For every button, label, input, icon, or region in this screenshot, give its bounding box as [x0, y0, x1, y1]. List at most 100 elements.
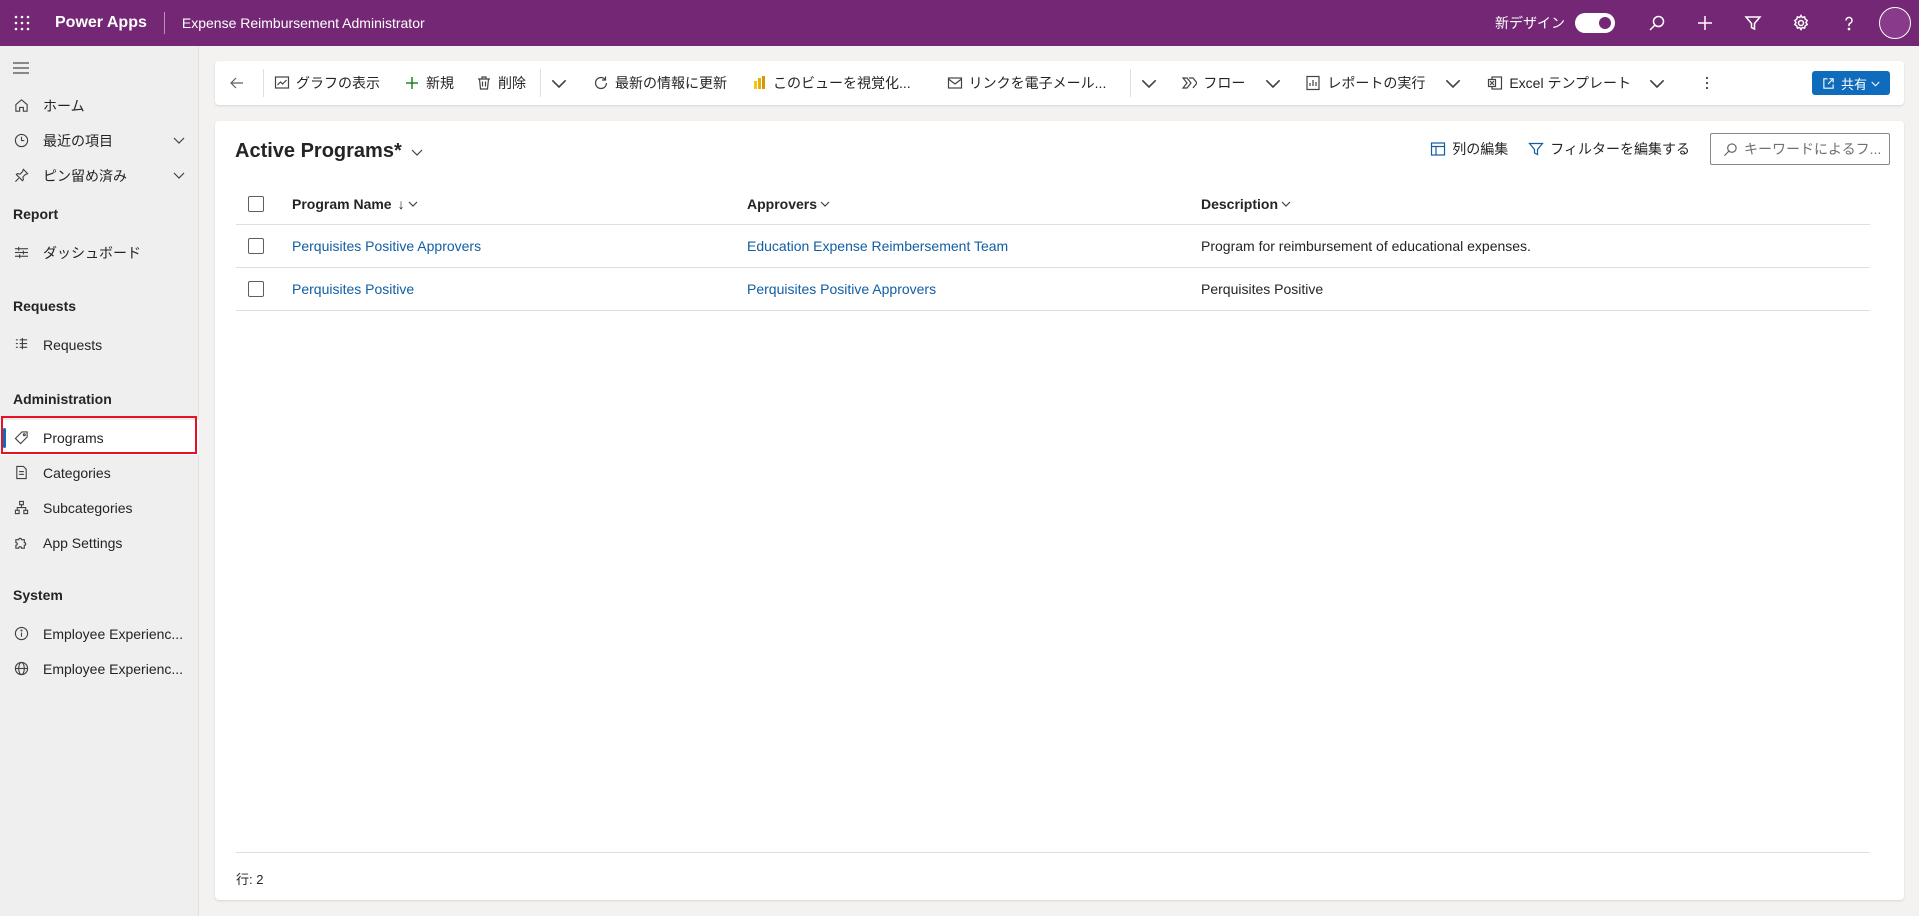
sidebar-item-dashboard[interactable]: ダッシュボード [0, 235, 199, 270]
new-label: 新規 [426, 75, 454, 91]
document-icon [13, 465, 29, 481]
dashboard-icon [13, 245, 29, 261]
row-checkbox[interactable] [248, 281, 264, 297]
sidebar-item-pinned[interactable]: ピン留め済み [0, 158, 199, 193]
sidebar-item-requests[interactable]: Requests [0, 327, 199, 362]
program-name-link[interactable]: Perquisites Positive [292, 281, 414, 297]
column-header-approvers[interactable]: Approvers [747, 196, 830, 212]
back-button[interactable] [229, 61, 253, 105]
show-chart-label: グラフの表示 [296, 75, 380, 91]
chart-icon [274, 76, 290, 89]
chevron-down-icon[interactable] [172, 168, 186, 182]
column-header-label: Approvers [747, 195, 818, 212]
gear-icon[interactable] [1777, 0, 1825, 46]
filter-icon [1528, 142, 1545, 156]
sidebar-item-subcategories[interactable]: Subcategories [0, 490, 199, 525]
sidebar-item-recent[interactable]: 最近の項目 [0, 123, 199, 158]
edit-filters-button[interactable]: フィルターを編集する [1528, 139, 1690, 159]
excel-template-button[interactable]: Excel テンプレート [1487, 61, 1671, 105]
refresh-icon [594, 76, 608, 90]
sidebar-item-label: ホーム [43, 97, 85, 114]
chevron-down-icon[interactable] [172, 133, 186, 147]
chevron-down-icon [1266, 79, 1281, 89]
chevron-down-icon [408, 201, 418, 207]
new-design-toggle[interactable] [1575, 13, 1615, 33]
back-arrow-icon [230, 77, 243, 89]
approvers-link[interactable]: Perquisites Positive Approvers [747, 281, 936, 297]
select-all-checkbox[interactable] [248, 195, 264, 212]
home-icon [13, 98, 29, 114]
chevron-down-icon [1142, 79, 1157, 89]
row-count: 行: 2 [236, 872, 264, 887]
app-launcher-icon[interactable] [0, 0, 44, 46]
run-report-button[interactable]: レポートの実行 [1305, 61, 1467, 105]
view-title: Active Programs* [235, 140, 402, 162]
sidebar-item-label: Requests [43, 336, 103, 353]
sidebar-item-app-settings[interactable]: App Settings [0, 525, 199, 560]
more-vertical-icon [1705, 76, 1709, 90]
chevron-down-icon [1649, 79, 1665, 89]
description-cell: Program for reimbursement of educational… [1201, 238, 1531, 254]
filter-icon[interactable] [1729, 0, 1777, 46]
sidebar-item-label: 最近の項目 [43, 132, 113, 149]
delete-button[interactable]: 削除 [476, 61, 526, 105]
sidebar-item-categories[interactable]: Categories [0, 455, 199, 490]
new-button[interactable]: 新規 [404, 61, 454, 105]
edit-filters-label: フィルターを編集する [1550, 141, 1690, 157]
share-button[interactable]: 共有 [1811, 71, 1890, 95]
more-commands-dropdown-2[interactable] [1141, 61, 1163, 105]
column-header-description[interactable]: Description [1201, 196, 1291, 212]
view-selector[interactable]: Active Programs* [235, 140, 424, 163]
search-icon[interactable] [1633, 0, 1681, 46]
command-divider [1130, 69, 1132, 97]
email-link-button[interactable]: リンクを電子メール... [947, 61, 1106, 105]
column-header-program-name[interactable]: Program Name ↓ [292, 196, 418, 212]
refresh-label: 最新の情報に更新 [615, 75, 727, 91]
row-checkbox[interactable] [248, 238, 264, 254]
table-row[interactable]: Perquisites Positive Approvers Education… [236, 225, 1870, 268]
column-header-label: Description [1201, 195, 1279, 212]
sidebar-item-label: ピン留め済み [43, 167, 127, 184]
report-icon [1306, 75, 1320, 91]
top-bar: Power Apps Expense Reimbursement Adminis… [0, 0, 1919, 46]
flow-label: フロー [1203, 75, 1246, 91]
section-title-report: Report [13, 206, 59, 222]
list-icon [13, 337, 29, 353]
power-bi-icon [754, 76, 765, 89]
hierarchy-icon [13, 500, 29, 516]
topbar-divider [163, 12, 165, 34]
command-bar: グラフの表示 新規 削除 最新の情報に更新 このビューを視覚化... リンクを電… [215, 61, 1904, 105]
plus-icon [406, 77, 418, 89]
app-title[interactable]: Expense Reimbursement Administrator [182, 15, 425, 31]
sidebar-item-label: Employee Experienc... [43, 625, 184, 642]
grid-header-row: Program Name ↓ Approvers Description [236, 183, 1870, 225]
flow-button[interactable]: フロー [1181, 61, 1287, 105]
description-cell: Perquisites Positive [1201, 281, 1324, 297]
sidebar-item-employee-experience-2[interactable]: Employee Experienc... [0, 651, 199, 686]
globe-icon [13, 661, 29, 677]
edit-columns-button[interactable]: 列の編集 [1430, 139, 1508, 159]
sidebar-item-home[interactable]: ホーム [0, 88, 199, 123]
keyword-search-input[interactable]: キーワードによるフ... [1710, 133, 1890, 165]
avatar[interactable] [1879, 7, 1911, 39]
chevron-down-icon [1871, 81, 1880, 86]
sidebar-item-programs[interactable]: Programs [0, 420, 199, 455]
hamburger-menu-icon[interactable] [13, 61, 29, 75]
approvers-link[interactable]: Education Expense Reimbersement Team [747, 238, 1008, 254]
table-row[interactable]: Perquisites Positive Perquisites Positiv… [236, 268, 1870, 311]
flow-icon [1182, 77, 1198, 89]
more-commands-dropdown[interactable] [551, 61, 573, 105]
help-icon[interactable] [1825, 0, 1873, 46]
program-name-link[interactable]: Perquisites Positive Approvers [292, 238, 481, 254]
refresh-button[interactable]: 最新の情報に更新 [593, 61, 727, 105]
sidebar-item-employee-experience-1[interactable]: Employee Experienc... [0, 616, 199, 651]
section-title-system: System [13, 587, 63, 603]
plus-icon[interactable] [1681, 0, 1729, 46]
show-chart-button[interactable]: グラフの表示 [274, 61, 380, 105]
new-design-label: 新デザイン [1495, 15, 1565, 31]
visualize-view-button[interactable]: このビューを視覚化... [751, 61, 911, 105]
sort-descending-icon: ↓ [397, 195, 405, 212]
brand-name[interactable]: Power Apps [55, 14, 147, 32]
overflow-menu-button[interactable] [1699, 61, 1721, 105]
search-placeholder: キーワードによるフ... [1744, 141, 1882, 157]
